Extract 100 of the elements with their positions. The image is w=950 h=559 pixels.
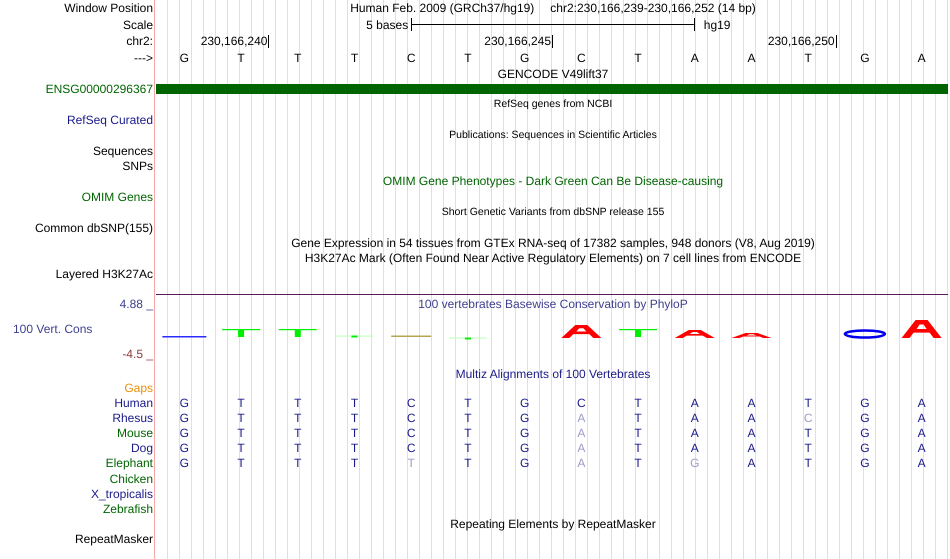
track-label: Sequences [92,144,153,157]
ruler-tick: 230,166,250 [768,34,837,48]
ruler-tick: 230,166,245 [484,34,553,48]
row-label: Window Position [64,2,153,14]
track-label: OMIM Genes [82,190,153,203]
aligned-base: A [690,412,699,424]
ruler-tick: 230,166,240 [200,34,270,48]
aligned-base: T [350,442,358,454]
aligned-base: T [634,427,642,440]
aligned-base: T [237,412,245,424]
track-title: H3K27Ac Mark (Often Found Near Active Regulatory Elements) on 7 cell lines from ENCODE [304,252,802,264]
aligned-base: A [747,397,756,410]
track-title: Gene Expression in 54 tissues from GTEx RNA-seq of 17382 samples, 948 donors (V8, Aug 2019) [291,236,815,249]
aligned-base: T [634,412,642,424]
base-letter: G [180,52,190,64]
aligned-base: C [577,397,586,410]
aligned-base: T [294,442,302,454]
aligned-base: A [918,427,926,440]
aligned-base: G [520,442,530,454]
aligned-base: A [747,412,756,424]
track-label: Common dbSNP(155) [34,222,153,234]
species-label: Human [114,397,153,410]
track-label: Layered H3K27Ac [56,268,153,280]
base-letter: T [464,52,472,64]
base-letter: T [804,52,812,64]
aligned-base: G [860,457,870,470]
aligned-base: A [918,397,926,410]
aligned-base: G [860,397,870,410]
track-title: Repeating Elements by RepeatMasker [450,518,656,530]
scale-length: 5 bases [366,18,410,31]
track-title: Multiz Alignments of 100 Vertebrates [456,368,650,380]
aligned-base: G [180,412,190,424]
species-label: Chicken [110,472,153,485]
base-letter: T [350,52,358,64]
track-label: SNPs [122,160,153,172]
aligned-base: T [464,442,472,454]
aligned-base: G [520,457,530,470]
aligned-base: A [577,412,586,424]
track-title: Publications: Sequences in Scientific Articles [449,130,657,140]
aligned-base: G [180,427,190,440]
aligned-base: T [464,427,472,440]
species-label: Elephant [106,457,153,470]
base-letter: G [860,52,870,64]
aligned-base: G [520,397,530,410]
aligned-base: A [577,457,586,470]
aligned-base: C [406,442,416,454]
assembly-text: Human Feb. 2009 (GRCh37/hg19) [350,2,534,14]
aligned-base: A [918,457,926,470]
track-label: RepeatMasker [74,532,153,545]
aligned-base: A [747,427,756,440]
aligned-base: A [690,397,699,410]
aligned-base: T [634,442,642,454]
aligned-base: T [350,427,358,440]
aligned-base: G [860,412,870,424]
aligned-base: T [237,397,245,410]
aligned-base: T [464,457,472,470]
aligned-base: T [350,457,358,470]
aligned-base: T [464,397,472,410]
base-letter: T [634,52,642,64]
aligned-base: T [804,427,812,440]
base-letter: A [747,52,756,64]
aligned-base: G [180,442,190,454]
track-title: GENCODE V49lift37 [498,68,608,80]
species-label: Mouse [116,427,153,440]
aligned-base: A [747,442,756,454]
species-label: X_tropicalis [90,488,153,500]
aligned-base: C [406,412,416,424]
aligned-base: A [747,457,756,470]
track-title: 100 vertebrates Basewise Conservation by PhyloP [418,298,688,310]
base-letter: T [294,52,302,64]
track-title: OMIM Gene Phenotypes - Dark Green Can Be Disease-causing [382,175,724,188]
aligned-base: T [294,457,302,470]
aligned-base: G [860,427,870,440]
base-letter: A [690,52,699,64]
aligned-base: C [406,397,416,410]
row-label: chr2: [126,35,153,48]
track-title: RefSeq genes from NCBI [494,99,612,110]
track-label: ENSG00000296367 [46,83,153,96]
aligned-base: G [860,442,870,454]
aligned-base: C [406,427,416,440]
aligned-base: A [577,442,586,454]
aligned-base: T [804,457,812,470]
track-title: Short Genetic Variants from dbSNP release 155 [442,206,664,218]
aligned-base: C [804,412,813,424]
aligned-base: T [634,397,642,410]
aligned-base: T [237,442,245,454]
row-label: Scale [122,18,153,31]
aligned-base: T [350,412,358,424]
aligned-base: G [180,397,190,410]
species-label: Rhesus [112,412,153,424]
aligned-base: T [237,427,245,440]
aligned-base: T [237,457,245,470]
aligned-base: A [577,427,586,440]
aligned-base: T [350,397,358,410]
aligned-base: A [690,442,699,454]
aligned-base: T [804,397,812,410]
aligned-base: G [520,427,530,440]
species-label: Dog [130,442,153,454]
aligned-base: T [408,457,415,470]
position-text: chr2:230,166,239-230,166,252 (14 bp) [550,2,756,14]
